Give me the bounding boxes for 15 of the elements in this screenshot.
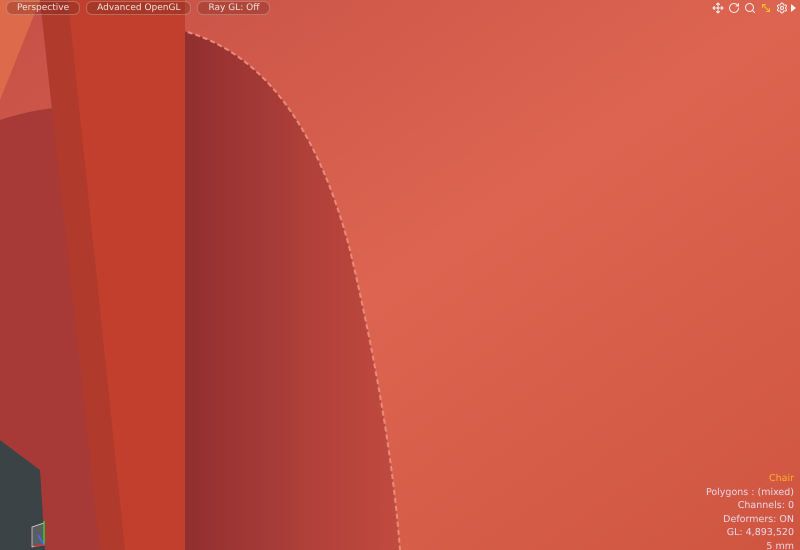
viewport-button[interactable]: Advanced OpenGL [86,1,192,15]
viewport-button[interactable]: Ray GL: Off [197,1,270,15]
stat-line: 5 mm [766,540,794,550]
search-icon[interactable] [743,1,756,14]
stat-line: Polygons : (mixed) [706,486,794,499]
stat-line: GL: 4,893,520 [726,526,794,540]
maximize-icon[interactable] [759,1,772,14]
rotate-icon[interactable] [727,1,740,14]
move-icon[interactable] [711,1,724,14]
stat-line: Channels: 0 [738,499,794,512]
settings-icon[interactable] [775,1,788,14]
object-name: Chair [768,472,794,486]
caret-icon[interactable] [791,4,796,12]
stat-line: Deformers: ON [723,512,794,526]
viewport-button[interactable]: Perspective [6,1,80,15]
